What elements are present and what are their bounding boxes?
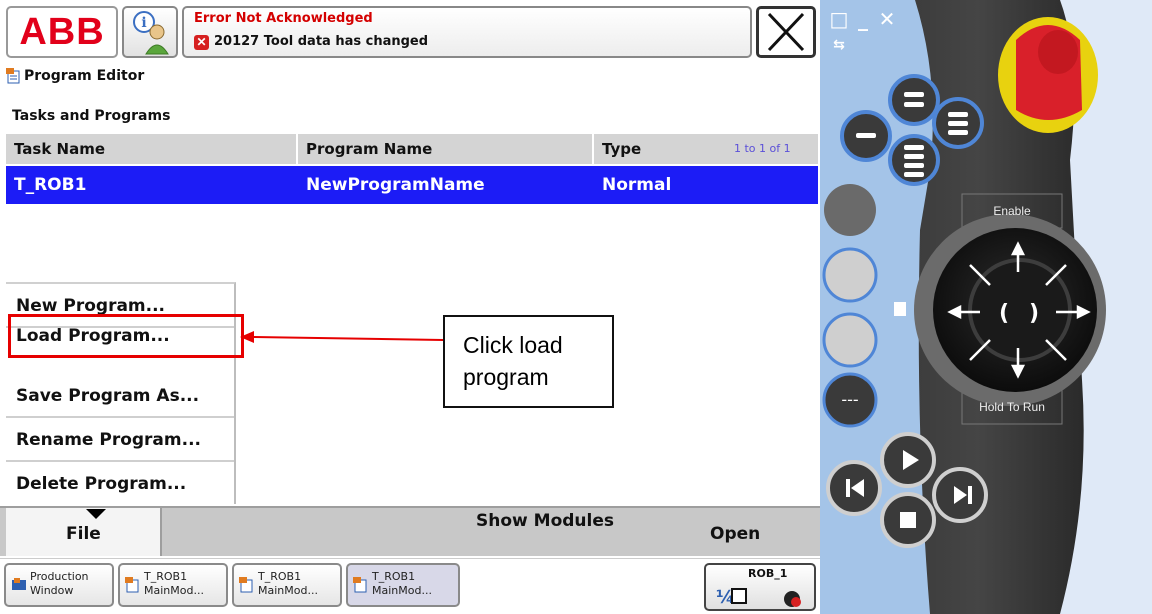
taskbar-item-label: T_ROB1 xyxy=(258,570,302,583)
message-text: 20127 Tool data has changed xyxy=(214,34,429,49)
taskbar-item-program-editor-active[interactable]: T_ROB1 MainMod... xyxy=(346,563,460,607)
section-header: Tasks and Programs xyxy=(0,88,820,134)
menu-item-rename-program[interactable]: Rename Program... xyxy=(6,418,234,462)
table-header: Task Name Program Name Type 1 to 1 of 1 xyxy=(6,134,818,164)
taskbar-item-label: Production xyxy=(30,570,89,583)
minimize-icon[interactable]: _ xyxy=(852,8,874,30)
file-button-label: File xyxy=(66,524,101,544)
flexpendant-screen: ABB i Error Not Acknowledged ✕ 20127 Too… xyxy=(0,0,820,614)
command-bar: File Show Modules Open xyxy=(0,506,820,556)
taskbar-item-label: T_ROB1 xyxy=(144,570,188,583)
error-icon: ✕ xyxy=(194,35,209,50)
production-window-icon xyxy=(12,578,26,590)
swap-icon[interactable]: ⇆ xyxy=(828,34,850,56)
close-window-icon[interactable]: ✕ xyxy=(876,8,898,30)
file-menu-button[interactable]: File xyxy=(6,508,162,556)
restore-icon[interactable]: □ xyxy=(828,8,850,30)
event-message-panel[interactable]: Error Not Acknowledged ✕ 20127 Tool data… xyxy=(182,6,752,58)
callout-text: Click load program xyxy=(463,332,563,390)
close-button[interactable] xyxy=(756,6,816,58)
taskbar-item-sublabel: Window xyxy=(30,584,74,597)
svg-text:---: --- xyxy=(841,390,858,409)
program-editor-icon xyxy=(353,577,367,593)
taskbar-item-program-editor[interactable]: T_ROB1 MainMod... xyxy=(232,563,342,607)
menu-item-delete-program[interactable]: Delete Program... xyxy=(6,462,234,506)
hold-to-run-button[interactable] xyxy=(962,390,1062,424)
abb-menu-button[interactable]: ABB xyxy=(6,6,118,58)
info-user-button[interactable]: i xyxy=(122,6,178,58)
info-user-icon: i xyxy=(133,11,169,55)
callout-box: Click load program xyxy=(443,315,614,408)
taskbar-item-label: T_ROB1 xyxy=(372,570,416,583)
highlight-box xyxy=(8,314,244,358)
taskbar-item-program-editor[interactable]: T_ROB1 MainMod... xyxy=(118,563,228,607)
program-editor-icon xyxy=(125,577,139,593)
taskbar-item-sublabel: MainMod... xyxy=(258,584,318,597)
show-modules-button[interactable]: Show Modules xyxy=(470,510,620,532)
open-button[interactable]: Open xyxy=(710,524,760,544)
cell-task-name: T_ROB1 xyxy=(14,175,87,195)
app-title-bar: Program Editor xyxy=(0,64,820,88)
quickset-button[interactable]: ROB_1 ¼ xyxy=(704,563,816,611)
close-icon xyxy=(767,12,805,52)
taskbar-item-sublabel: MainMod... xyxy=(372,584,432,597)
page-title: Program Editor xyxy=(24,68,145,84)
cell-type: Normal xyxy=(602,175,672,195)
cell-program-name: NewProgramName xyxy=(306,175,485,195)
menu-item-save-program-as[interactable]: Save Program As... xyxy=(6,374,234,418)
column-header-task-name[interactable]: Task Name xyxy=(6,134,298,164)
abb-logo-text: ABB xyxy=(19,10,105,53)
taskbar: Production Window T_ROB1 MainMod... T_RO… xyxy=(0,558,820,614)
taskbar-item-production-window[interactable]: Production Window xyxy=(4,563,114,607)
table-row[interactable]: T_ROB1 NewProgramName Normal xyxy=(6,166,818,204)
message-title: Error Not Acknowledged xyxy=(194,11,373,26)
enable-button[interactable] xyxy=(962,194,1062,228)
emulator-window-controls: □ _ ✕ ⇆ xyxy=(828,8,928,56)
caret-up-icon xyxy=(86,509,106,519)
column-header-program-name[interactable]: Program Name xyxy=(298,134,594,164)
quickset-icon: ¼ xyxy=(716,587,801,608)
program-editor-icon xyxy=(239,577,253,593)
file-menu: New Program... Load Program... Save Prog… xyxy=(6,282,244,506)
svg-text:i: i xyxy=(141,15,146,31)
status-bar: ABB i Error Not Acknowledged ✕ 20127 Too… xyxy=(0,0,820,62)
program-editor-icon xyxy=(6,68,20,84)
row-count: 1 to 1 of 1 xyxy=(734,142,791,155)
pendant-hardware-panel: --- ( ) □ _ ✕ ⇆ Enable Hold To Run xyxy=(820,0,1152,614)
section-title: Tasks and Programs xyxy=(12,108,171,124)
taskbar-item-sublabel: MainMod... xyxy=(144,584,204,597)
joystick[interactable] xyxy=(934,228,1098,392)
emergency-stop-button[interactable] xyxy=(1016,30,1082,120)
